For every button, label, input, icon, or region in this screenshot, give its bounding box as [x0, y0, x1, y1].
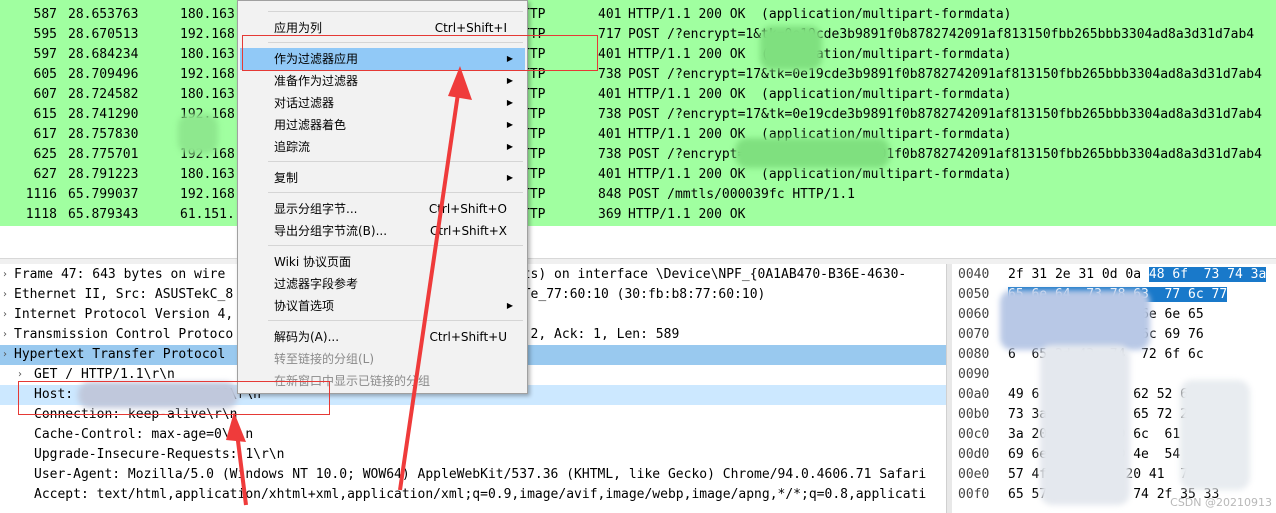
watermark: CSDN @20210913: [1170, 496, 1272, 509]
annotation-arrows: [226, 66, 472, 506]
